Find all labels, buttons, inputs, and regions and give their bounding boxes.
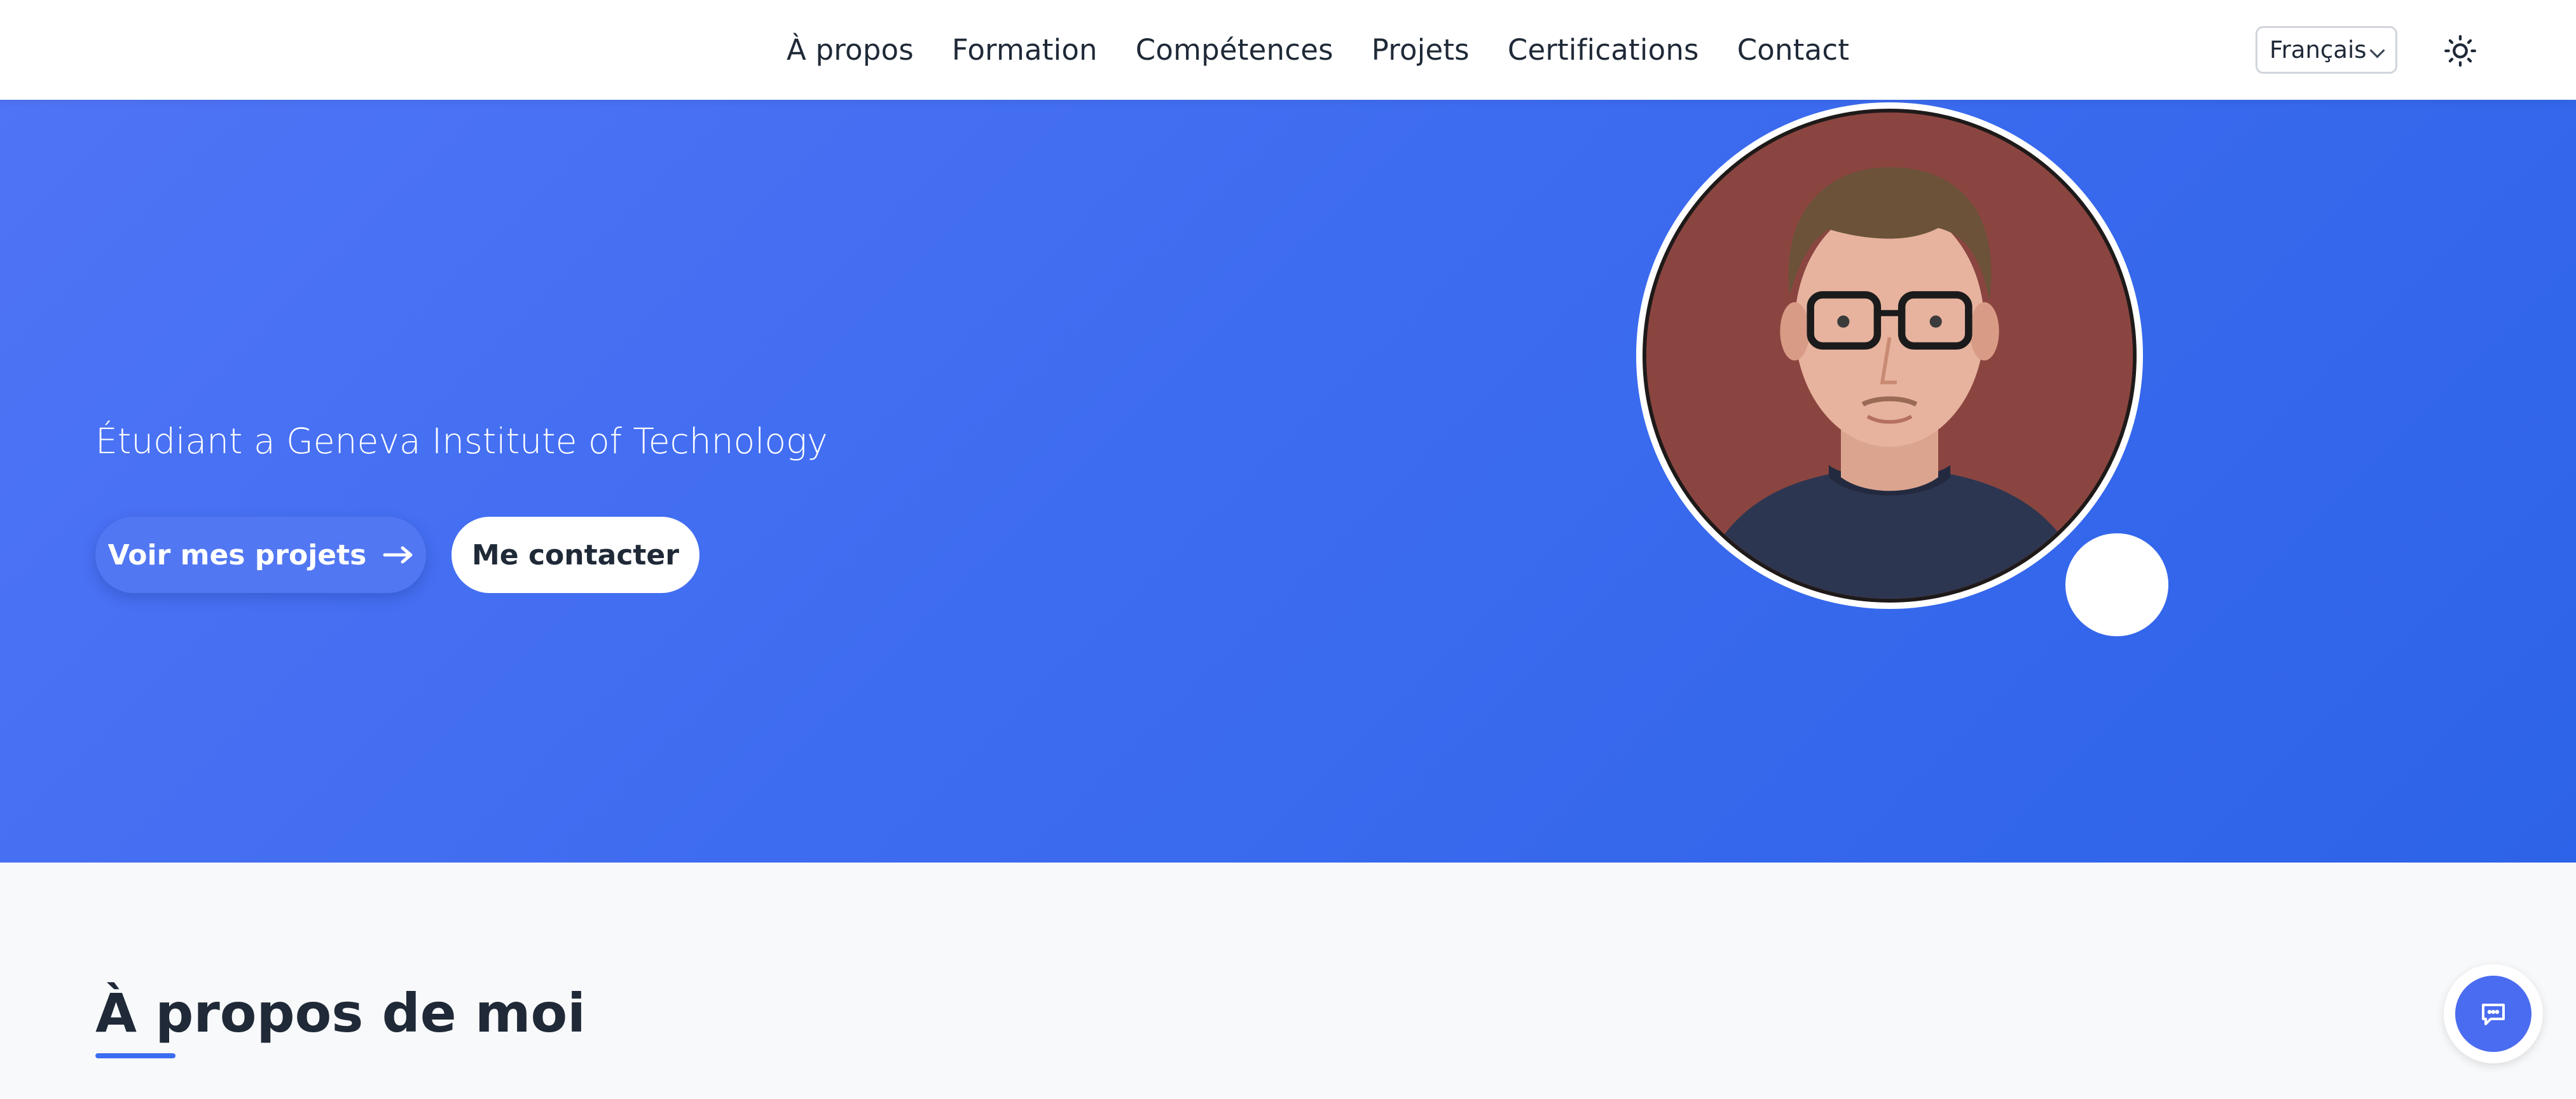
- about-section-title: À propos de moi: [95, 982, 586, 1044]
- chat-button-inner: [2455, 976, 2531, 1052]
- hero-subtitle: Étudiant a Geneva Institute of Technolog…: [95, 421, 828, 461]
- language-select-value: Français: [2269, 36, 2367, 64]
- theme-toggle-button[interactable]: [2435, 25, 2486, 76]
- chat-button[interactable]: [2444, 964, 2543, 1063]
- profile-avatar: [1636, 102, 2143, 609]
- arrow-right-icon: [383, 546, 413, 564]
- nav-link-certifications[interactable]: Certifications: [1508, 33, 1699, 67]
- nav-link-competences[interactable]: Compétences: [1136, 33, 1333, 67]
- about-title-underline: [95, 1053, 176, 1058]
- nav-link-formation[interactable]: Formation: [952, 33, 1098, 67]
- language-select[interactable]: Français: [2256, 26, 2397, 74]
- chevron-down-icon: [2369, 43, 2385, 58]
- top-navbar: À propos Formation Compétences Projets C…: [0, 0, 2576, 100]
- view-projects-button[interactable]: Voir mes projets: [95, 517, 426, 593]
- view-projects-label: Voir mes projets: [107, 538, 367, 571]
- chat-bubble-icon: [2482, 1004, 2505, 1025]
- nav-link-projets[interactable]: Projets: [1372, 33, 1470, 67]
- avatar-status-dot: [2065, 533, 2168, 636]
- contact-me-button[interactable]: Me contacter: [451, 517, 699, 593]
- profile-photo: [1643, 109, 2137, 603]
- sun-icon: [2444, 35, 2476, 67]
- nav-link-a-propos[interactable]: À propos: [787, 33, 914, 67]
- nav-link-contact[interactable]: Contact: [1737, 33, 1849, 67]
- hero-section: Étudiant a Geneva Institute of Technolog…: [0, 100, 2576, 863]
- main-nav: À propos Formation Compétences Projets C…: [787, 0, 1849, 100]
